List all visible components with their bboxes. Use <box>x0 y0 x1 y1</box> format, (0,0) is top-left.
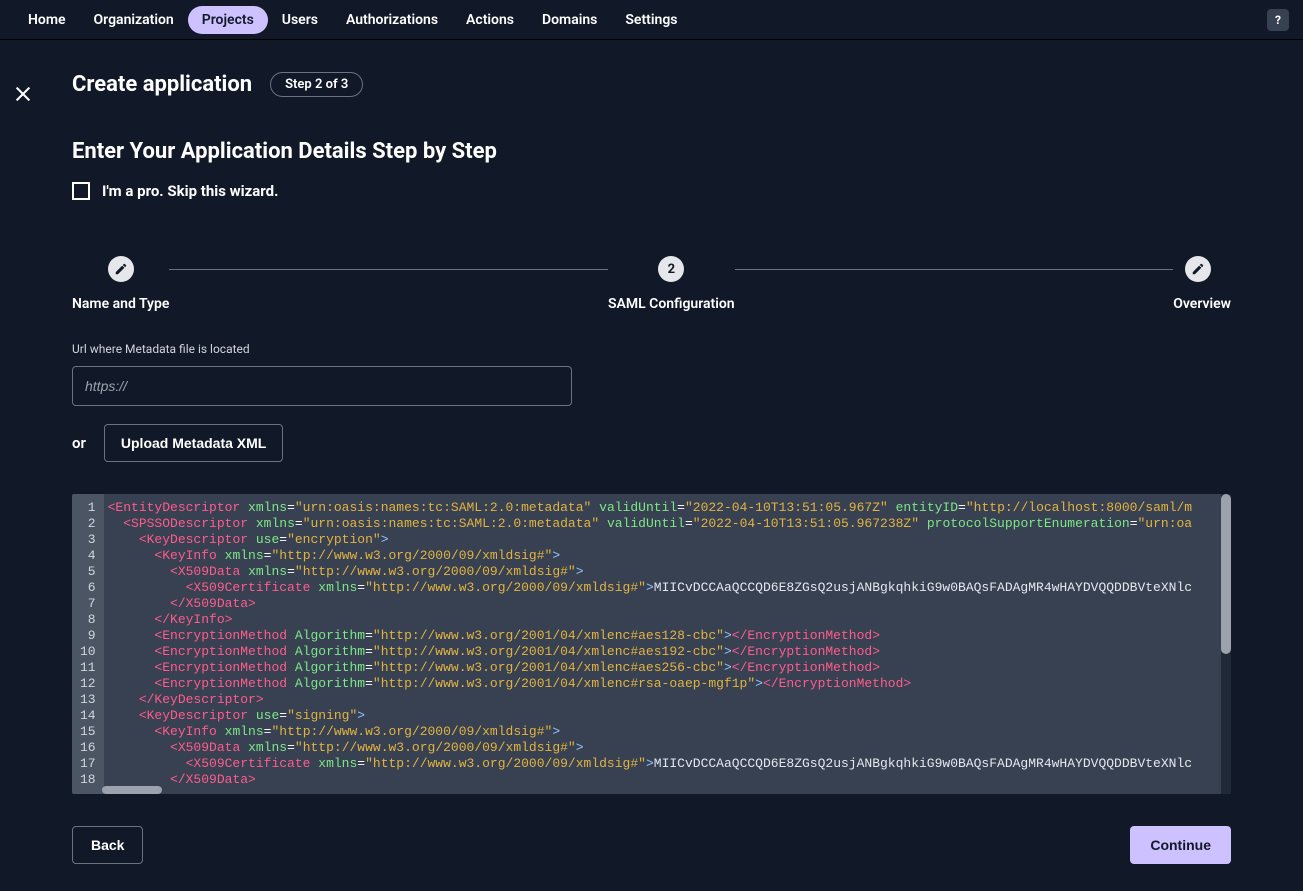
pencil-icon <box>108 256 134 282</box>
step-overview[interactable]: Overview <box>1173 256 1231 312</box>
code-content[interactable]: <EntityDescriptor xmlns="urn:oasis:names… <box>104 494 1221 794</box>
nav-item-settings[interactable]: Settings <box>611 6 691 34</box>
help-button[interactable]: ? <box>1267 9 1289 31</box>
upload-metadata-button[interactable]: Upload Metadata XML <box>104 424 283 462</box>
nav-item-actions[interactable]: Actions <box>452 6 528 34</box>
page-subtitle: Enter Your Application Details Step by S… <box>72 139 1231 164</box>
metadata-url-label: Url where Metadata file is located <box>72 342 1231 356</box>
skip-wizard-label: I'm a pro. Skip this wizard. <box>102 182 278 200</box>
step-indicator: Step 2 of 3 <box>270 72 363 97</box>
step-label: SAML Configuration <box>608 296 735 312</box>
step-label: Overview <box>1173 296 1231 312</box>
nav-item-domains[interactable]: Domains <box>528 6 611 34</box>
xml-editor[interactable]: 123456789101112131415161718 <EntityDescr… <box>72 494 1231 794</box>
nav-item-organization[interactable]: Organization <box>80 6 188 34</box>
nav-item-authorizations[interactable]: Authorizations <box>332 6 452 34</box>
top-nav: HomeOrganizationProjectsUsersAuthorizati… <box>0 0 1303 40</box>
stepper: Name and Type 2 SAML Configuration Overv… <box>72 256 1231 312</box>
pencil-icon <box>1185 256 1211 282</box>
close-icon[interactable] <box>14 85 32 103</box>
skip-wizard-checkbox[interactable] <box>72 182 90 200</box>
step-label: Name and Type <box>72 296 169 312</box>
step-connector <box>169 269 608 270</box>
horizontal-scrollbar-thumb[interactable] <box>102 786 162 794</box>
page-title: Create application <box>72 72 252 97</box>
scrollbar-thumb[interactable] <box>1221 494 1231 654</box>
nav-item-projects[interactable]: Projects <box>188 6 268 34</box>
step-saml-configuration[interactable]: 2 SAML Configuration <box>608 256 735 312</box>
step-name-and-type[interactable]: Name and Type <box>72 256 169 312</box>
step-number-icon: 2 <box>658 256 684 282</box>
back-button[interactable]: Back <box>72 826 143 864</box>
continue-button[interactable]: Continue <box>1130 826 1231 864</box>
step-connector <box>735 269 1174 270</box>
nav-item-users[interactable]: Users <box>268 6 332 34</box>
or-separator: or <box>72 434 86 452</box>
metadata-url-input[interactable] <box>72 366 572 406</box>
line-gutter: 123456789101112131415161718 <box>72 494 104 794</box>
nav-item-home[interactable]: Home <box>14 6 80 34</box>
vertical-scrollbar[interactable] <box>1221 494 1231 794</box>
